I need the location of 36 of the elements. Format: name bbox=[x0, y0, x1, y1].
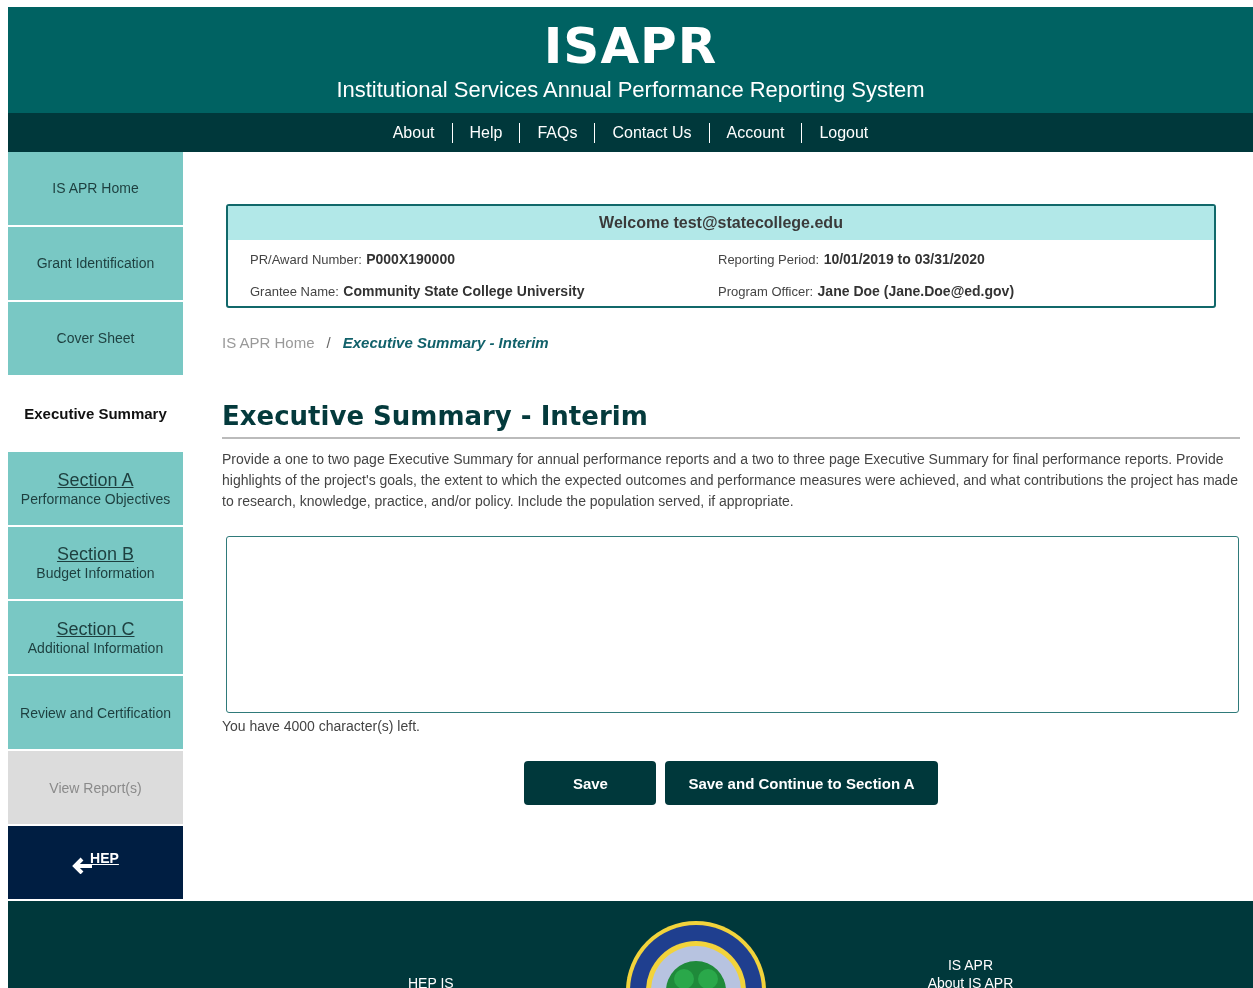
field-label: Grantee Name: bbox=[250, 284, 339, 299]
instructions: Provide a one to two page Executive Summary for annual performance reports and a two to three page Executive Summary for final performance reports. Provide highlights of the project's goals, the extent to which the expected outcomes and performance measures were achieved, and what contributions the project has made to research, knowledge, practice, and/or policy. Include the population served, if appropriate. bbox=[222, 450, 1239, 511]
summary-field[interactable] bbox=[226, 536, 1239, 713]
footer-link[interactable]: HEP IS bbox=[408, 975, 454, 988]
page-title: Executive Summary - Interim bbox=[222, 401, 1240, 439]
sidebar-item[interactable]: Section A Performance Objectives bbox=[8, 451, 183, 525]
nav-link[interactable]: Logout bbox=[801, 122, 886, 143]
sidebar-item[interactable]: Review and Certification bbox=[8, 676, 183, 750]
nav-link[interactable]: Contact Us bbox=[594, 122, 709, 143]
sidebar-item[interactable]: IS APR Home bbox=[8, 152, 183, 225]
sidebar-item[interactable]: Section B Budget Information bbox=[8, 526, 183, 600]
nav-link[interactable]: About bbox=[375, 122, 452, 143]
footer-link[interactable]: About IS APR bbox=[927, 974, 1014, 988]
sidebar-item[interactable]: Grant Identification bbox=[8, 226, 183, 300]
sidebar-item[interactable]: Cover Sheet bbox=[8, 301, 183, 375]
back-link[interactable]: HEP bbox=[8, 826, 183, 900]
field-value: Jane Doe (Jane.Doe@ed.gov) bbox=[817, 283, 1015, 299]
nav-link[interactable]: FAQs bbox=[519, 122, 595, 143]
sidebar-item[interactable]: Section C Additional Information bbox=[8, 601, 183, 675]
welcome-message: Welcome test@statecollege.edu bbox=[228, 206, 1214, 240]
site-subtitle: Institutional Services Annual Performance Reporting System bbox=[336, 77, 925, 103]
field-value: P000X190000 bbox=[366, 251, 455, 267]
field-label: Program Officer: bbox=[718, 284, 814, 299]
field-label: PR/Award Number: bbox=[250, 252, 362, 267]
nav-link[interactable]: Account bbox=[708, 122, 802, 143]
character-count: You have 4000 character(s) left. bbox=[222, 718, 421, 734]
field-label: Reporting Period: bbox=[718, 252, 820, 267]
save-continue-button[interactable]: Save and Continue to Section A bbox=[665, 761, 938, 805]
footer-link[interactable]: IS APR bbox=[947, 956, 994, 974]
site-title: ISAPR bbox=[543, 19, 718, 73]
save-button[interactable]: Save bbox=[524, 761, 657, 805]
nav-link[interactable]: Help bbox=[451, 122, 520, 143]
breadcrumb-separator: / bbox=[326, 334, 331, 351]
field-value: 10/01/2019 to 03/31/2020 bbox=[823, 251, 985, 267]
breadcrumb-current: Executive Summary - Interim bbox=[342, 334, 549, 351]
field-value: Community State College University bbox=[343, 283, 585, 299]
